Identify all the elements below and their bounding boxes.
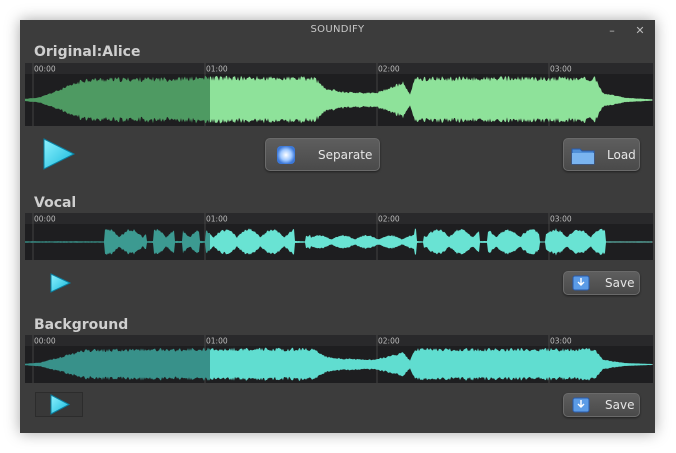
minimize-button[interactable]: –: [601, 22, 623, 40]
save-icon: [572, 397, 590, 413]
original-waveform-played: [25, 75, 210, 124]
timeline-tick-label: 03:00: [550, 337, 572, 346]
background-waveform[interactable]: 00:00 01:00 02:00 03:00: [25, 335, 653, 383]
timeline-tick-label: 00:00: [34, 337, 56, 346]
play-icon: [50, 394, 71, 415]
timeline-tick-label: 03:00: [550, 65, 572, 74]
timeline-tick-label: 01:00: [206, 337, 228, 346]
vocal-play-button[interactable]: [48, 271, 74, 295]
load-label: Load: [607, 147, 636, 162]
background-waveform-remaining: [210, 347, 652, 381]
folder-icon: [571, 148, 595, 164]
timeline-tick-label: 01:00: [206, 215, 228, 224]
vocal-save-label: Save: [605, 276, 635, 290]
original-waveform-remaining: [210, 75, 652, 124]
app-title: SOUNDIFY: [310, 24, 365, 35]
separate-button[interactable]: Separate: [265, 138, 380, 171]
load-button[interactable]: Load: [563, 138, 640, 171]
app-window: SOUNDIFY – ✕ Original:Alice 00:00 01:00 02…: [20, 20, 655, 433]
vocal-waveform[interactable]: 00:00 01:00 02:00 03:00: [25, 213, 653, 260]
timeline-tick-label: 00:00: [34, 65, 56, 74]
background-play-button[interactable]: [35, 392, 83, 417]
timeline-tick-label: 02:00: [378, 65, 400, 74]
timeline-tick-label: 00:00: [34, 215, 56, 224]
original-play-button[interactable]: [40, 136, 80, 172]
vocal-waveform-played: [25, 229, 210, 255]
timeline-tick-label: 02:00: [378, 337, 400, 346]
background-save-label: Save: [605, 398, 635, 412]
original-title: Original:Alice: [34, 44, 141, 60]
original-waveform[interactable]: 00:00 01:00 02:00 03:00: [25, 63, 653, 126]
title-bar[interactable]: SOUNDIFY – ✕: [20, 20, 655, 42]
background-title: Background: [34, 317, 129, 333]
vocal-waveform-remaining: [210, 228, 652, 256]
timeline-tick-label: 02:00: [378, 215, 400, 224]
timeline-tick-label: 03:00: [550, 215, 572, 224]
save-icon: [572, 275, 590, 291]
vocal-save-button[interactable]: Save: [563, 271, 640, 295]
close-button[interactable]: ✕: [629, 22, 651, 40]
timeline-tick-label: 01:00: [206, 65, 228, 74]
vocal-title: Vocal: [34, 195, 77, 211]
background-save-button[interactable]: Save: [563, 393, 640, 417]
separate-label: Separate: [318, 147, 373, 162]
background-waveform-played: [25, 347, 210, 381]
play-icon: [43, 138, 76, 170]
separate-icon: [277, 145, 295, 164]
play-icon: [50, 273, 72, 293]
